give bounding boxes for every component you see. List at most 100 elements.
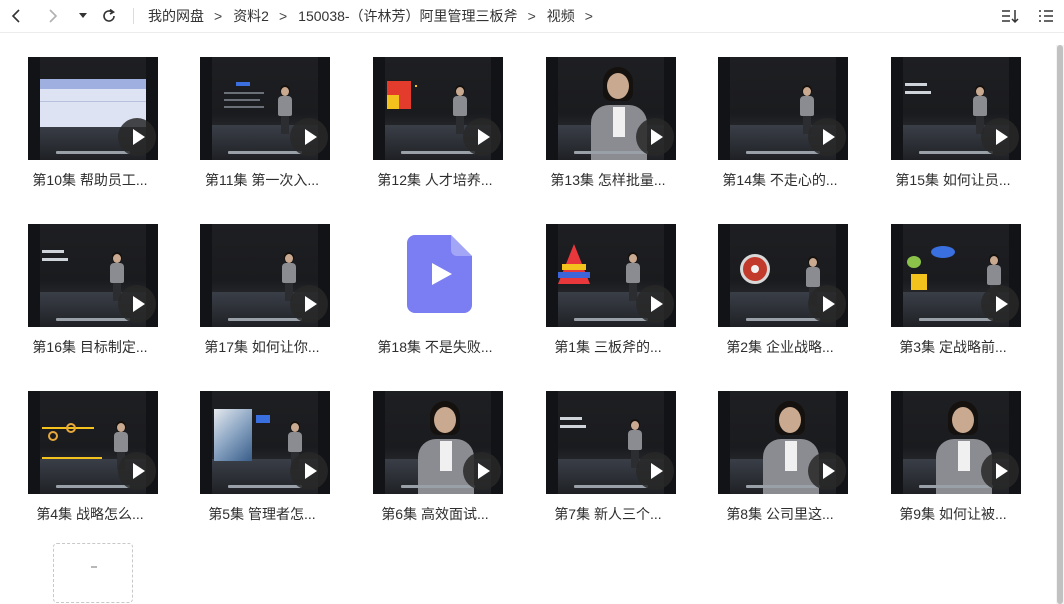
subtitle-bar — [228, 318, 302, 321]
file-name: 第4集 战略怎么... — [36, 506, 144, 522]
file-name: 第5集 管理者怎... — [208, 506, 316, 522]
play-icon[interactable] — [463, 118, 501, 156]
video-thumbnail[interactable] — [28, 391, 158, 494]
breadcrumb-item-course[interactable]: 150038-（许林芳）阿里管理三板斧 — [298, 6, 517, 26]
breadcrumb-item-materials[interactable]: 资料2 — [233, 6, 269, 26]
list-view-button[interactable] — [1036, 6, 1056, 26]
view-controls — [1000, 6, 1056, 26]
subtitle-bar — [746, 318, 820, 321]
subtitle-bar — [56, 151, 130, 154]
video-thumbnail[interactable] — [28, 57, 158, 160]
file-tile[interactable]: 第5集 管理者怎... — [187, 367, 337, 527]
play-icon[interactable] — [118, 285, 156, 323]
add-file-tile[interactable] — [53, 543, 133, 603]
video-thumbnail[interactable] — [718, 391, 848, 494]
video-thumbnail[interactable] — [546, 224, 676, 327]
vertical-scrollbar[interactable] — [1056, 45, 1064, 604]
play-icon[interactable] — [290, 118, 328, 156]
file-tile[interactable]: 第8集 公司里这... — [705, 367, 855, 527]
subtitle-bar — [919, 151, 993, 154]
video-thumbnail[interactable] — [373, 57, 503, 160]
subtitle-bar — [746, 485, 820, 488]
play-icon[interactable] — [808, 118, 846, 156]
play-icon[interactable] — [636, 285, 674, 323]
video-thumbnail[interactable] — [200, 57, 330, 160]
file-grid: 第10集 帮助员工... 第11集 第一次入... 第12集 人才培养... 第13集… — [0, 33, 1064, 604]
file-tile[interactable]: 第2集 企业战略... — [705, 200, 855, 360]
video-thumbnail[interactable] — [891, 224, 1021, 327]
breadcrumb-item-my-drive[interactable]: 我的网盘 — [148, 6, 204, 26]
play-icon[interactable] — [463, 452, 501, 490]
video-thumbnail[interactable] — [546, 57, 676, 160]
video-thumbnail[interactable] — [718, 224, 848, 327]
sort-button[interactable] — [1000, 6, 1020, 26]
video-thumbnail[interactable] — [200, 224, 330, 327]
video-thumbnail[interactable] — [718, 57, 848, 160]
file-tile[interactable]: 第17集 如何让你... — [187, 200, 337, 360]
refresh-icon — [103, 8, 115, 22]
file-name: 第18集 不是失败... — [377, 339, 493, 355]
file-tile[interactable]: 第11集 第一次入... — [187, 33, 337, 193]
video-thumbnail[interactable] — [373, 391, 503, 494]
file-name: 第16集 目标制定... — [32, 339, 148, 355]
subtitle-bar — [228, 151, 302, 154]
video-thumbnail[interactable] — [546, 391, 676, 494]
file-tile[interactable]: 第6集 高效面试... — [360, 367, 510, 527]
breadcrumb: 我的网盘 > 资料2 > 150038-（许林芳）阿里管理三板斧 > 视频 > — [148, 0, 604, 32]
breadcrumb-item-video[interactable]: 视频 — [547, 6, 575, 26]
file-tile[interactable]: 第3集 定战略前... — [878, 200, 1028, 360]
file-name: 第11集 第一次入... — [204, 172, 320, 188]
file-name: 第3集 定战略前... — [899, 339, 1007, 355]
back-button[interactable] — [6, 5, 26, 27]
file-name: 第14集 不走心的... — [722, 172, 838, 188]
video-thumbnail[interactable] — [200, 391, 330, 494]
play-icon[interactable] — [118, 118, 156, 156]
file-tile[interactable]: 第9集 如何让被... — [878, 367, 1028, 527]
play-icon[interactable] — [981, 285, 1019, 323]
subtitle-bar — [574, 151, 648, 154]
subtitle-bar — [228, 485, 302, 488]
play-icon[interactable] — [636, 118, 674, 156]
breadcrumb-separator: > — [278, 8, 288, 24]
breadcrumb-separator: > — [214, 8, 223, 24]
play-icon[interactable] — [808, 452, 846, 490]
chevron-left-icon — [11, 9, 20, 23]
file-tile[interactable]: 第14集 不走心的... — [705, 33, 855, 193]
play-icon[interactable] — [290, 452, 328, 490]
subtitle-bar — [401, 485, 475, 488]
file-tile[interactable]: 第16集 目标制定... — [15, 200, 165, 360]
subtitle-bar — [56, 485, 130, 488]
file-tile[interactable]: 第10集 帮助员工... — [15, 33, 165, 193]
forward-button[interactable] — [43, 5, 63, 27]
file-tile[interactable]: 第18集 不是失败... — [360, 200, 510, 360]
play-icon[interactable] — [636, 452, 674, 490]
history-dropdown-button[interactable] — [76, 5, 90, 27]
list-view-icon — [1039, 10, 1053, 22]
file-tile[interactable]: 第4集 战略怎么... — [15, 367, 165, 527]
file-tile[interactable]: 第7集 新人三个... — [533, 367, 683, 527]
subtitle-bar — [574, 485, 648, 488]
play-icon[interactable] — [808, 285, 846, 323]
file-name: 第15集 如何让员... — [895, 172, 1011, 188]
play-icon[interactable] — [290, 285, 328, 323]
video-thumbnail[interactable] — [28, 224, 158, 327]
refresh-button[interactable] — [99, 5, 119, 27]
file-name: 第13集 怎样批量... — [550, 172, 666, 188]
subtitle-bar — [919, 485, 993, 488]
file-tile[interactable]: 第13集 怎样批量... — [533, 33, 683, 193]
play-icon[interactable] — [118, 452, 156, 490]
file-tile[interactable]: 第15集 如何让员... — [878, 33, 1028, 193]
file-name: 第17集 如何让你... — [204, 339, 320, 355]
play-icon[interactable] — [981, 452, 1019, 490]
subtitle-bar — [746, 151, 820, 154]
scrollbar-thumb[interactable] — [1057, 45, 1063, 604]
play-icon[interactable] — [981, 118, 1019, 156]
file-name: 第7集 新人三个... — [554, 506, 662, 522]
video-thumbnail[interactable] — [891, 391, 1021, 494]
file-tile[interactable]: 第1集 三板斧的... — [533, 200, 683, 360]
chevron-right-icon — [49, 9, 58, 23]
video-thumbnail[interactable] — [891, 57, 1021, 160]
file-tile[interactable]: 第12集 人才培养... — [360, 33, 510, 193]
file-name: 第1集 三板斧的... — [554, 339, 662, 355]
file-name: 第2集 企业战略... — [726, 339, 834, 355]
